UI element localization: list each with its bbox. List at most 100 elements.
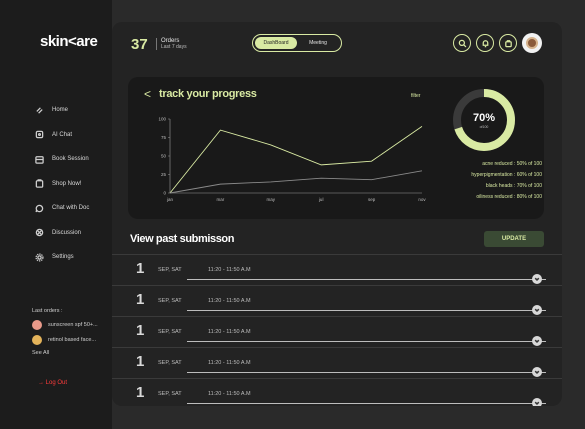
product-avatar <box>32 320 42 330</box>
sidebar-item-label: Chat with Doc <box>52 205 90 212</box>
calendar-icon <box>34 154 44 164</box>
sidebar-item-label: Settings <box>52 254 74 261</box>
cart-icon <box>504 39 512 47</box>
sidebar-item-ai-chat[interactable]: AI Chat <box>34 123 89 148</box>
sidebar-item-settings[interactable]: Settings <box>34 245 89 270</box>
sidebar: skin<are Home AI Chat Book Session Shop … <box>0 0 112 429</box>
expand-button[interactable] <box>532 367 542 377</box>
profile-avatar[interactable] <box>522 33 542 53</box>
brand-logo[interactable]: skin<are <box>40 33 98 50</box>
row-date: SEP, SAT <box>158 329 182 335</box>
sidebar-item-chat-doc[interactable]: Chat with Doc <box>34 196 89 221</box>
series-line-2 <box>169 170 423 194</box>
tab-dashboard[interactable]: DashBoard <box>255 37 297 49</box>
x-tick-label: may <box>267 197 276 202</box>
header-actions <box>453 33 542 53</box>
chevron-down-icon <box>534 370 540 375</box>
row-time: 11:20 - 11:50 A.M <box>208 267 251 273</box>
expand-button[interactable] <box>532 336 542 346</box>
update-button[interactable]: UPDATE <box>484 231 544 247</box>
x-tick-label: mar <box>217 197 225 202</box>
submission-row[interactable]: 1 SEP, SAT 11:20 - 11:50 A.M <box>112 316 562 347</box>
chevron-down-icon <box>534 277 540 282</box>
sidebar-item-label: Discussion <box>52 229 82 236</box>
sidebar-item-shop[interactable]: Shop Now! <box>34 172 89 197</box>
progress-donut: 70% of100 <box>453 89 515 151</box>
orders-meta: Orders Last 7 days <box>156 38 187 50</box>
notifications-button[interactable] <box>476 34 494 52</box>
gear-icon <box>34 252 44 262</box>
progress-stats: acne reduced : 50% of 100 hyperpigmentat… <box>424 159 542 203</box>
order-label: sunscreen spf 50+... <box>48 322 98 328</box>
chat-icon <box>34 203 44 213</box>
progress-title: track your progress <box>159 88 257 100</box>
orders-period: Last 7 days <box>161 44 187 50</box>
x-tick-label: jul <box>318 197 324 202</box>
row-number: 1 <box>136 322 145 339</box>
x-tick-label: sep <box>368 197 376 202</box>
submission-row[interactable]: 1 SEP, SAT 11:20 - 11:50 A.M <box>112 347 562 378</box>
stat-line: black heads : 70% of 100 <box>485 183 542 189</box>
donut-sub: of100 <box>480 125 489 129</box>
see-all-link[interactable]: See All <box>32 350 98 356</box>
search-button[interactable] <box>453 34 471 52</box>
expand-button[interactable] <box>532 398 542 406</box>
sidebar-item-book-session[interactable]: Book Session <box>34 147 89 172</box>
row-slider-track <box>187 341 546 342</box>
sidebar-item-home[interactable]: Home <box>34 98 89 123</box>
chevron-down-icon <box>534 308 540 313</box>
avatar-face <box>526 37 538 49</box>
row-time: 11:20 - 11:50 A.M <box>208 360 251 366</box>
stat-line: oiliness reduced : 80% of 100 <box>476 194 542 200</box>
y-tick-label: 100 <box>158 117 166 122</box>
y-tick-label: 50 <box>161 154 167 159</box>
order-item[interactable]: sunscreen spf 50+... <box>32 320 98 330</box>
back-arrow-icon[interactable]: < <box>144 87 151 101</box>
orders-count: 37 <box>131 36 148 53</box>
order-label: retinol based face... <box>48 337 97 343</box>
submissions-list: 1 SEP, SAT 11:20 - 11:50 A.M 1 SEP, SAT … <box>112 254 562 406</box>
row-slider-track <box>187 279 546 280</box>
cart-button[interactable] <box>499 34 517 52</box>
submission-row[interactable]: 1 SEP, SAT 11:20 - 11:50 A.M <box>112 254 562 285</box>
submission-row[interactable]: 1 SEP, SAT 11:20 - 11:50 A.M <box>112 378 562 406</box>
tab-meeting[interactable]: Meeting <box>297 37 339 49</box>
row-number: 1 <box>136 260 145 277</box>
progress-card: < track your progress filter 100 75 50 25 0 j… <box>128 77 544 219</box>
logout-button[interactable]: → Log Out <box>38 380 67 386</box>
last-orders: Last orders : sunscreen spf 50+... retin… <box>32 308 98 356</box>
shop-icon <box>34 179 44 189</box>
y-tick-label: 0 <box>163 191 166 196</box>
row-date: SEP, SAT <box>158 391 182 397</box>
order-item[interactable]: retinol based face... <box>32 335 98 345</box>
row-number: 1 <box>136 384 145 401</box>
filter-button[interactable]: filter <box>411 93 420 99</box>
ai-chat-icon <box>34 130 44 140</box>
donut-value: 70% <box>473 112 495 124</box>
row-time: 11:20 - 11:50 A.M <box>208 329 251 335</box>
y-tick-label: 75 <box>161 135 167 140</box>
x-tick-label: jan <box>166 197 174 202</box>
row-date: SEP, SAT <box>158 298 182 304</box>
progress-chart: 1007550250jan mar may jul sep nov <box>158 117 426 203</box>
sidebar-item-label: Home <box>52 107 69 114</box>
search-icon <box>458 39 466 47</box>
row-time: 11:20 - 11:50 A.M <box>208 391 251 397</box>
row-slider-track <box>187 372 546 373</box>
submission-row[interactable]: 1 SEP, SAT 11:20 - 11:50 A.M <box>112 285 562 316</box>
y-tick-label: 25 <box>161 172 167 177</box>
product-avatar <box>32 335 42 345</box>
expand-button[interactable] <box>532 305 542 315</box>
series-line-1 <box>169 126 423 194</box>
row-number: 1 <box>136 291 145 308</box>
stat-line: hyperpigmentation : 60% of 100 <box>471 172 542 178</box>
row-number: 1 <box>136 353 145 370</box>
sidebar-item-discussion[interactable]: Discussion <box>34 221 89 246</box>
last-orders-title: Last orders : <box>32 308 63 314</box>
home-icon <box>34 105 44 115</box>
chevron-down-icon <box>534 401 540 406</box>
row-date: SEP, SAT <box>158 360 182 366</box>
expand-button[interactable] <box>532 274 542 284</box>
sidebar-nav: Home AI Chat Book Session Shop Now! Chat… <box>34 98 89 270</box>
view-toggle: DashBoard Meeting <box>252 34 342 52</box>
